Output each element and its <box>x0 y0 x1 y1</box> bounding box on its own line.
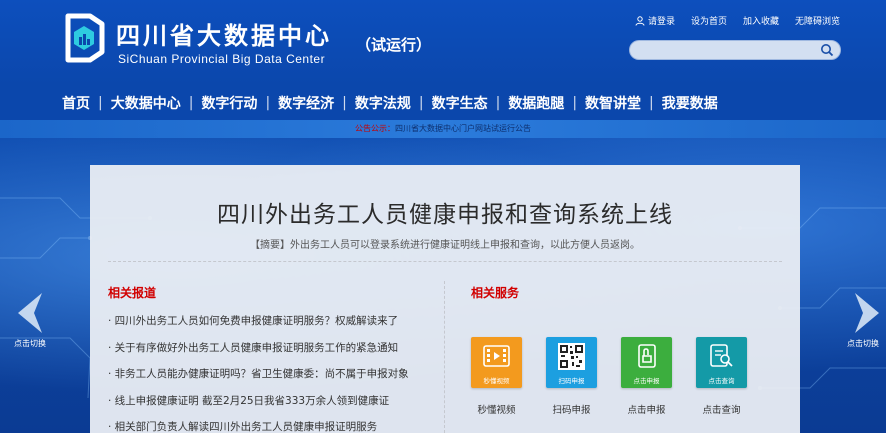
nav-separator: | <box>418 94 424 111</box>
divider <box>444 281 445 433</box>
nav-item-digital-action[interactable]: 数字行动 <box>193 93 265 113</box>
set-homepage-link[interactable]: 设为首页 <box>691 14 727 27</box>
service-scan[interactable]: 扫码申报 扫码申报 <box>546 337 597 416</box>
nav-separator: | <box>572 94 578 111</box>
service-tile-text: 扫码申报 <box>558 377 585 385</box>
news-item[interactable]: · 四川外出务工人员如何免费申报健康证明服务？权威解读来了 <box>108 308 438 335</box>
related-services-heading: 相关服务 <box>471 286 520 300</box>
main-nav: 首页 | 大数据中心 | 数字行动 | 数字经济 | 数字法规 | 数字生态 |… <box>0 85 886 120</box>
site-header: 四川省大数据中心 SiChuan Provincial Big Data Cen… <box>0 0 886 85</box>
service-tile-text: 点击申报 <box>633 377 660 385</box>
related-news-heading: 相关报道 <box>108 286 157 300</box>
notice-text[interactable]: 四川省大数据中心门户网站试运行公告 <box>395 124 531 133</box>
service-tile[interactable]: 秒懂视频 <box>471 337 522 388</box>
carousel-next-label[interactable]: 点击切换 <box>833 338 886 349</box>
service-tile-text: 秒懂视频 <box>483 377 510 385</box>
article-summary: 【摘要】外出务工人员可以登录系统进行健康证明线上申报和查询，以此方便人员返岗。 <box>250 240 640 251</box>
service-tile[interactable]: 点击申报 <box>621 337 672 388</box>
nav-item-data-errand[interactable]: 数据跑腿 <box>500 93 572 113</box>
service-query[interactable]: 点击查询 点击查询 <box>696 337 747 416</box>
service-caption[interactable]: 点击申报 <box>627 402 665 416</box>
nav-item-digital-regulations[interactable]: 数字法规 <box>347 93 419 113</box>
nav-item-digital-economy[interactable]: 数字经济 <box>270 93 342 113</box>
nav-separator: | <box>188 94 194 111</box>
nav-item-home[interactable]: 首页 <box>54 93 98 113</box>
news-item[interactable]: · 相关部门负责人解读四川外出务工人员健康申报证明服务 <box>108 414 438 433</box>
accessibility-link[interactable]: 无障碍浏览 <box>795 14 840 27</box>
service-tile[interactable]: 扫码申报 <box>546 337 597 388</box>
login-link[interactable]: 请登录 <box>635 14 675 27</box>
service-declare[interactable]: 点击申报 点击申报 <box>621 337 672 416</box>
service-caption[interactable]: 扫码申报 <box>552 402 590 416</box>
search-icon[interactable] <box>820 43 834 57</box>
news-item[interactable]: · 非务工人员能办健康证明吗？省卫生健康委：尚不属于申报对象 <box>108 361 438 388</box>
service-video[interactable]: 秒懂视频 秒懂视频 <box>471 337 522 416</box>
service-tile[interactable]: 点击查询 <box>696 337 747 388</box>
user-icon <box>635 15 645 26</box>
news-item[interactable]: · 关于有序做好外出务工人员健康申报证明服务工作的紧急通知 <box>108 335 438 362</box>
trial-tag: （试运行） <box>356 36 432 54</box>
article-panel: 四川外出务工人员健康申报和查询系统上线 【摘要】外出务工人员可以登录系统进行健康… <box>90 165 800 433</box>
nav-item-smart-lecture[interactable]: 数智讲堂 <box>577 93 649 113</box>
qrcode-icon <box>558 343 585 370</box>
notice-label: 公告公示： <box>355 124 395 133</box>
site-subtitle: SiChuan Provincial Big Data Center <box>118 52 326 66</box>
carousel-prev-label[interactable]: 点击切换 <box>0 338 60 349</box>
carousel-next-arrow-icon[interactable] <box>845 291 885 335</box>
site-title: 四川省大数据中心 <box>116 22 332 50</box>
nav-item-big-data-center[interactable]: 大数据中心 <box>103 93 189 113</box>
divider <box>108 261 782 262</box>
declare-icon <box>638 344 656 368</box>
nav-separator: | <box>265 94 271 111</box>
article-title[interactable]: 四川外出务工人员健康申报和查询系统上线 <box>90 195 800 229</box>
related-services: 秒懂视频 秒懂视频 扫码申报 扫码申报 点击申报 点击申报 点击查询 点击查询 <box>471 337 747 416</box>
video-icon <box>483 345 510 367</box>
carousel-prev-arrow-icon[interactable] <box>12 291 52 335</box>
service-tile-text: 点击查询 <box>708 377 735 385</box>
service-caption[interactable]: 秒懂视频 <box>477 402 515 416</box>
notice-bar[interactable]: 公告公示：四川省大数据中心门户网站试运行公告 <box>0 120 886 138</box>
nav-separator: | <box>342 94 347 111</box>
nav-item-digital-ecology[interactable]: 数字生态 <box>424 93 496 113</box>
search-box <box>629 40 841 63</box>
search-input[interactable] <box>630 44 810 63</box>
related-news-list: · 四川外出务工人员如何免费申报健康证明服务？权威解读来了 · 关于有序做好外出… <box>108 308 438 433</box>
logo-icon[interactable] <box>60 10 106 66</box>
add-favorite-link[interactable]: 加入收藏 <box>743 14 779 27</box>
login-link-label: 请登录 <box>647 17 675 27</box>
nav-separator: | <box>649 94 654 111</box>
news-item[interactable]: · 线上申报健康证明 截至2月25日我省333万余人领到健康证 <box>108 388 438 415</box>
top-links: 请登录 设为首页 加入收藏 无障碍浏览 <box>635 14 840 27</box>
nav-separator: | <box>495 94 501 111</box>
service-caption[interactable]: 点击查询 <box>702 402 740 416</box>
nav-separator: | <box>98 94 103 111</box>
query-icon <box>710 344 733 367</box>
nav-item-request-data[interactable]: 我要数据 <box>654 93 726 113</box>
